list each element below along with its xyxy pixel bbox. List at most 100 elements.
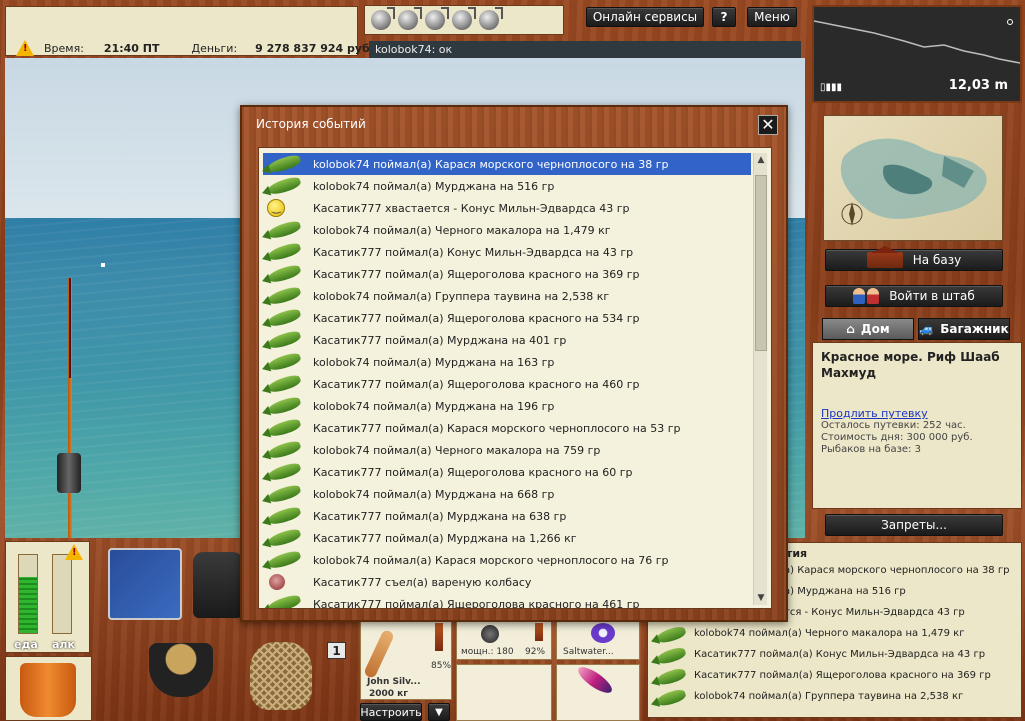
event-icon-wrap (265, 241, 305, 263)
fish-icon (265, 549, 303, 571)
bait-slot[interactable] (556, 662, 640, 721)
chat-line[interactable]: kolobok74: ок (369, 41, 801, 58)
scroll-up-icon[interactable]: ▲ (754, 153, 768, 167)
enter-hq-button[interactable]: Войти в штаб (825, 285, 1003, 307)
reel-power: мощн.: 180 (461, 647, 514, 657)
list-item: Касатик777 поймал(а) Ящероголова красног… (654, 665, 1015, 687)
event-text: Касатик777 поймал(а) Карася морского чер… (313, 421, 681, 435)
squid-lure-icon (574, 662, 616, 698)
event-icon-wrap (265, 505, 305, 527)
list-item[interactable]: Касатик777 поймал(а) Ящероголова красног… (263, 263, 751, 285)
rod-slot-4[interactable] (456, 664, 552, 721)
bans-button[interactable]: Запреты... (825, 514, 1003, 536)
event-text: Касатик777 поймал(а) Ящероголова красног… (313, 377, 640, 391)
event-text: Касатик777 поймал(а) Мурджана на 401 гр (313, 333, 567, 347)
lure-icon[interactable] (479, 7, 503, 30)
list-item[interactable]: kolobok74 поймал(а) Мурджана на 516 гр (263, 175, 751, 197)
line-spool-icon (591, 623, 615, 643)
list-item[interactable]: Касатик777 поймал(а) Ящероголова красног… (263, 307, 751, 329)
pot-icon[interactable] (149, 643, 213, 697)
fish-icon (265, 461, 303, 483)
event-icon-wrap (265, 527, 305, 549)
fish-icon (265, 395, 303, 417)
list-item[interactable]: Касатик777 поймал(а) Ящероголова красног… (263, 373, 751, 395)
event-text: kolobok74 поймал(а) Мурджана на 163 гр (313, 355, 555, 369)
dropdown-arrow-button[interactable]: ▼ (428, 703, 450, 721)
lure-slots (364, 5, 564, 35)
list-item[interactable]: Касатик777 поймал(а) Ящероголова красног… (263, 593, 751, 609)
warning-icon[interactable] (16, 40, 34, 56)
scrollbar[interactable]: ▲ ▼ (753, 153, 767, 605)
reel-name: John Silv... (367, 677, 421, 687)
list-item[interactable]: Касатик777 поймал(а) Мурджана на 401 гр (263, 329, 751, 351)
event-icon-wrap (265, 461, 305, 483)
event-icon-wrap (265, 395, 305, 417)
lure-icon[interactable] (371, 7, 395, 30)
list-item[interactable]: Касатик777 поймал(а) Конус Мильн-Эдвардс… (263, 241, 751, 263)
list-item: Касатик777 поймал(а) Конус Мильн-Эдвардс… (654, 644, 1015, 666)
reel-power-pct: 92% (525, 647, 546, 657)
list-item: kolobok74 поймал(а) Черного макалора на … (654, 623, 1015, 645)
line-slot[interactable]: Saltwater... (556, 618, 640, 660)
event-text: kolobok74 поймал(а) Карася морского черн… (313, 553, 669, 567)
lure-icon[interactable] (452, 7, 476, 30)
tab-home[interactable]: ⌂ Дом (822, 318, 914, 340)
extend-permit-link[interactable]: Продлить путевку (821, 407, 1013, 420)
list-item[interactable]: kolobok74 поймал(а) Мурджана на 163 гр (263, 351, 751, 373)
scrollbar-thumb[interactable] (755, 175, 767, 351)
lure-icon[interactable] (398, 7, 422, 30)
close-button[interactable]: ✕ (758, 115, 778, 135)
list-item[interactable]: kolobok74 поймал(а) Группера таувина на … (263, 285, 751, 307)
tackle-box-icon[interactable] (108, 548, 182, 620)
event-text: а) Мурджана на 516 гр (784, 586, 906, 597)
list-item[interactable]: Касатик777 хвастается - Конус Мильн-Эдва… (263, 197, 751, 219)
fish-icon (265, 329, 303, 351)
needs-panel: еда алк (5, 541, 90, 653)
list-item[interactable]: kolobok74 поймал(а) Мурджана на 668 гр (263, 483, 751, 505)
online-services-button[interactable]: Онлайн сервисы (586, 7, 704, 27)
fish-icon (265, 153, 303, 175)
rod-durability: 85% (431, 661, 452, 671)
list-item[interactable]: Касатик777 поймал(а) Карася морского чер… (263, 417, 751, 439)
smile-icon (267, 199, 285, 217)
list-item[interactable]: kolobok74 поймал(а) Карася морского черн… (263, 153, 751, 175)
event-text: kolobok74 поймал(а) Мурджана на 516 гр (313, 179, 555, 193)
help-button[interactable]: ? (712, 7, 736, 27)
fish-icon (265, 307, 303, 329)
bucket-icon[interactable] (20, 663, 76, 717)
event-icon-wrap (265, 175, 305, 197)
setup-button[interactable]: Настроить (360, 703, 422, 721)
event-text: Касатик777 съел(а) вареную колбасу (313, 575, 532, 589)
list-item[interactable]: kolobok74 поймал(а) Карася морского черн… (263, 549, 751, 571)
fish-icon (265, 373, 303, 395)
menu-button[interactable]: Меню (747, 7, 797, 27)
line-name: Saltwater... (563, 647, 614, 657)
backpack-icon[interactable] (193, 552, 243, 618)
alcohol-bar (52, 554, 72, 634)
event-icon-wrap (265, 351, 305, 373)
list-item[interactable]: kolobok74 поймал(а) Черного макалора на … (263, 439, 751, 461)
location-title: Красное море. Риф Шааб Махмуд (821, 350, 1000, 380)
scroll-down-icon[interactable]: ▼ (754, 591, 768, 605)
rod-slot-2[interactable]: мощн.: 180 92% (456, 618, 552, 660)
list-item[interactable]: kolobok74 поймал(а) Мурджана на 196 гр (263, 395, 751, 417)
list-item[interactable]: Касатик777 поймал(а) Мурджана на 638 гр (263, 505, 751, 527)
list-item[interactable]: Касатик777 съел(а) вареную колбасу (263, 571, 751, 593)
lure-icon[interactable] (425, 7, 449, 30)
fish-icon (265, 241, 303, 263)
status-bar: Время: 21:40 ПТ Деньги: 9 278 837 924 ру… (5, 6, 374, 56)
list-item[interactable]: Касатик777 поймал(а) Ящероголова красног… (263, 461, 751, 483)
fish-icon (265, 527, 303, 549)
event-text: Касатик777 поймал(а) Ящероголова красног… (313, 597, 640, 609)
tab-trunk[interactable]: 🚙 Багажник (918, 318, 1010, 340)
event-text: Касатик777 хвастается - Конус Мильн-Эдва… (313, 201, 630, 215)
rod-slot-1[interactable]: 85% John Silv... 2000 кг (360, 618, 452, 700)
event-icon-wrap (265, 549, 305, 571)
location-tabs: ⌂ Дом 🚙 Багажник (822, 318, 1010, 340)
to-base-button[interactable]: На базу (825, 246, 1003, 271)
list-item[interactable]: kolobok74 поймал(а) Черного макалора на … (263, 219, 751, 241)
list-item[interactable]: Касатик777 поймал(а) Мурджана на 1,266 к… (263, 527, 751, 549)
location-map[interactable] (823, 115, 1003, 241)
event-list-container: kolobok74 поймал(а) Карася морского черн… (258, 147, 772, 609)
keepnet-icon[interactable] (250, 642, 312, 710)
